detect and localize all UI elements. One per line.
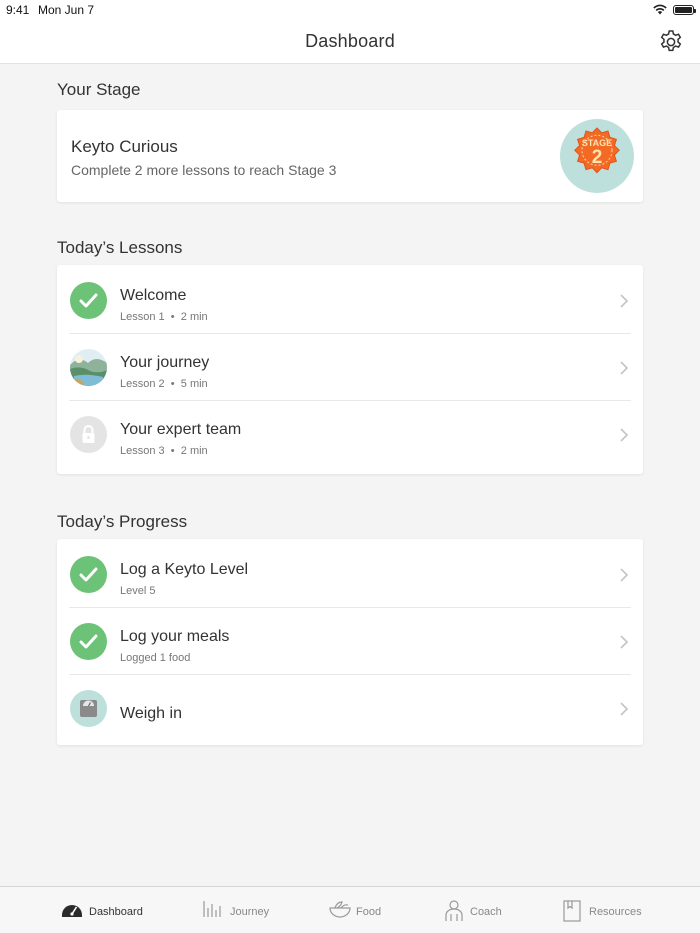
progress-title: Log a Keyto Level [120, 561, 249, 578]
checkmark-icon [70, 282, 107, 319]
progress-subtitle: Level 5 [120, 585, 156, 597]
badge-number: 2 [592, 147, 603, 168]
tab-bar: Dashboard Journey Food Coach Resources [0, 886, 700, 933]
chevron-right-icon [620, 294, 629, 308]
bookmark-book-icon [563, 900, 581, 922]
lessons-section-title: Today’s Lessons [57, 238, 183, 257]
stage-card[interactable]: Keyto Curious Complete 2 more lessons to… [57, 110, 643, 202]
bowl-icon [329, 901, 351, 918]
tab-label: Food [356, 906, 382, 918]
landscape-icon [70, 349, 107, 386]
speedometer-icon [62, 905, 82, 917]
progress-section-title: Today’s Progress [57, 512, 188, 531]
bars-icon [203, 901, 221, 917]
chevron-right-icon [620, 635, 629, 649]
checkmark-icon [70, 623, 107, 660]
status-date: Mon Jun 7 [38, 3, 95, 17]
progress-title: Log your meals [120, 628, 230, 645]
lesson-title: Welcome [120, 287, 187, 304]
nav-bar: Dashboard [0, 20, 700, 64]
tab-resources[interactable]: Resources [563, 887, 653, 933]
tab-label: Coach [470, 906, 502, 918]
list-item-weigh-in[interactable]: Weigh in [57, 675, 643, 742]
tab-label: Resources [589, 906, 642, 918]
list-item-log-keyto-level[interactable]: Log a Keyto Level Level 5 [57, 541, 643, 608]
gear-icon[interactable] [658, 29, 684, 55]
chevron-right-icon [620, 361, 629, 375]
list-item-log-meals[interactable]: Log your meals Logged 1 food [57, 608, 643, 675]
wifi-icon [653, 4, 667, 15]
tab-label: Journey [230, 906, 270, 918]
person-icon [445, 900, 463, 921]
progress-subtitle: Logged 1 food [120, 652, 191, 664]
chevron-right-icon [620, 428, 629, 442]
status-time: 9:41 [6, 3, 30, 17]
tab-journey[interactable]: Journey [203, 887, 273, 933]
battery-icon [673, 5, 696, 15]
lesson-title: Your journey [120, 354, 210, 371]
list-item-lesson-welcome[interactable]: Welcome Lesson 1 • 2 min [57, 267, 643, 334]
progress-card: Log a Keyto Level Level 5 Log your meals… [57, 539, 643, 745]
chevron-right-icon [620, 568, 629, 582]
scale-icon [70, 690, 107, 727]
tab-dashboard[interactable]: Dashboard [61, 887, 151, 933]
lesson-meta: Lesson 1 • 2 min [120, 311, 208, 323]
page-title: Dashboard [305, 31, 395, 51]
lock-icon [70, 416, 107, 453]
lesson-title: Your expert team [120, 421, 242, 438]
stage-subtitle: Complete 2 more lessons to reach Stage 3 [71, 162, 337, 178]
list-item-lesson-journey[interactable]: Your journey Lesson 2 • 5 min [57, 334, 643, 401]
progress-title: Weigh in [120, 705, 182, 722]
lesson-meta: Lesson 3 • 2 min [120, 445, 208, 457]
tab-label: Dashboard [89, 906, 143, 918]
list-item-lesson-expert-team[interactable]: Your expert team Lesson 3 • 2 min [57, 401, 643, 468]
stage-section-title: Your Stage [57, 80, 141, 99]
tab-food[interactable]: Food [329, 887, 389, 933]
stage-badge-icon: STAGE 2 [560, 119, 634, 193]
checkmark-icon [70, 556, 107, 593]
stage-name: Keyto Curious [71, 137, 178, 156]
chevron-right-icon [620, 702, 629, 716]
lessons-card: Welcome Lesson 1 • 2 min Your journey Le… [57, 265, 643, 474]
status-bar: 9:41 Mon Jun 7 [0, 0, 700, 20]
tab-coach[interactable]: Coach [444, 887, 510, 933]
lesson-meta: Lesson 2 • 5 min [120, 378, 208, 390]
